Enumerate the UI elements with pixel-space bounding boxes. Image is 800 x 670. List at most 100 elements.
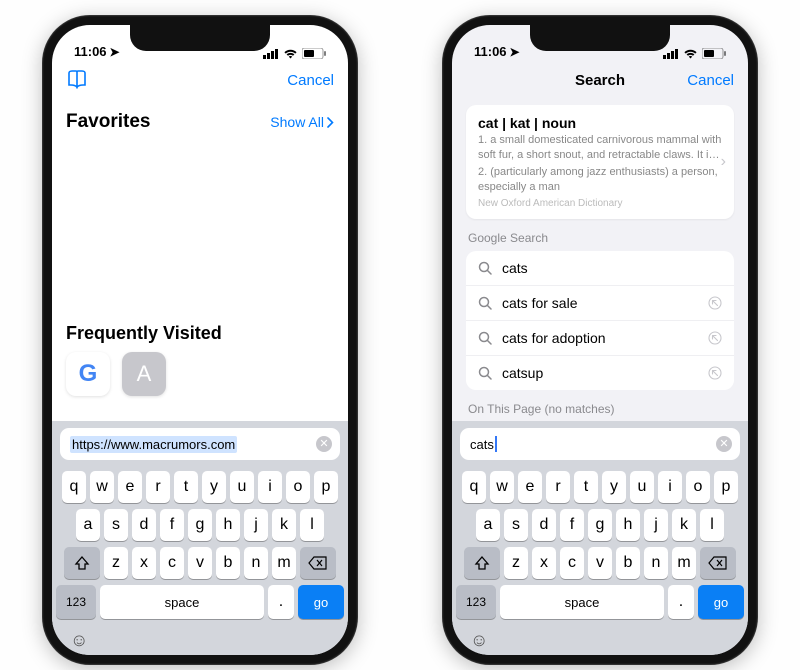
dictionary-definition-1: 1. a small domesticated carnivorous mamm… — [478, 133, 722, 163]
key-t[interactable]: t — [574, 471, 598, 503]
key-f[interactable]: f — [160, 509, 184, 541]
key-q[interactable]: q — [62, 471, 86, 503]
key-m[interactable]: m — [272, 547, 296, 579]
url-input[interactable]: https://www.macrumors.com ✕ — [60, 428, 340, 460]
numbers-key[interactable]: 123 — [56, 585, 96, 619]
bookmarks-icon[interactable] — [66, 70, 88, 90]
autofill-arrow-icon[interactable] — [708, 366, 722, 380]
go-key[interactable]: go — [298, 585, 344, 619]
key-r[interactable]: r — [146, 471, 170, 503]
favorite-tile-generic[interactable]: A — [122, 352, 166, 396]
key-h[interactable]: h — [216, 509, 240, 541]
suggestion-item[interactable]: cats for sale — [466, 286, 734, 321]
key-r[interactable]: r — [546, 471, 570, 503]
key-e[interactable]: e — [118, 471, 142, 503]
space-key[interactable]: space — [500, 585, 664, 619]
key-w[interactable]: w — [490, 471, 514, 503]
key-h[interactable]: h — [616, 509, 640, 541]
emoji-key-icon[interactable]: ☺ — [70, 630, 88, 651]
key-e[interactable]: e — [518, 471, 542, 503]
numbers-key[interactable]: 123 — [456, 585, 496, 619]
key-q[interactable]: q — [462, 471, 486, 503]
backspace-key[interactable] — [300, 547, 336, 579]
key-n[interactable]: n — [644, 547, 668, 579]
suggestion-item[interactable]: catsup — [466, 356, 734, 390]
key-k[interactable]: k — [672, 509, 696, 541]
key-x[interactable]: x — [132, 547, 156, 579]
key-b[interactable]: b — [216, 547, 240, 579]
key-l[interactable]: l — [300, 509, 324, 541]
keyboard-row-4: 123 space . go — [56, 585, 344, 619]
key-a[interactable]: a — [476, 509, 500, 541]
battery-icon — [302, 48, 326, 59]
key-z[interactable]: z — [104, 547, 128, 579]
keyboard-row-3: z x c v b n m — [56, 547, 344, 579]
key-i[interactable]: i — [258, 471, 282, 503]
key-j[interactable]: j — [244, 509, 268, 541]
key-w[interactable]: w — [90, 471, 114, 503]
emoji-key-icon[interactable]: ☺ — [470, 630, 488, 651]
key-s[interactable]: s — [504, 509, 528, 541]
key-f[interactable]: f — [560, 509, 584, 541]
space-key[interactable]: space — [100, 585, 264, 619]
clear-text-icon[interactable]: ✕ — [716, 436, 732, 452]
suggestion-item[interactable]: cats for adoption — [466, 321, 734, 356]
backspace-key[interactable] — [700, 547, 736, 579]
frequently-visited-heading: Frequently Visited — [66, 323, 334, 344]
key-d[interactable]: d — [532, 509, 556, 541]
show-all-button[interactable]: Show All — [270, 114, 334, 130]
phone-left: 11:06➤ Cancel Favorites — [42, 15, 358, 665]
key-a[interactable]: a — [76, 509, 100, 541]
key-j[interactable]: j — [644, 509, 668, 541]
key-u[interactable]: u — [230, 471, 254, 503]
clear-text-icon[interactable]: ✕ — [316, 436, 332, 452]
signal-icon — [263, 49, 279, 59]
key-b[interactable]: b — [616, 547, 640, 579]
shift-key[interactable] — [464, 547, 500, 579]
favorite-tile-google[interactable]: G — [66, 352, 110, 396]
key-i[interactable]: i — [658, 471, 682, 503]
cancel-button[interactable]: Cancel — [687, 72, 734, 89]
key-p[interactable]: p — [714, 471, 738, 503]
key-z[interactable]: z — [504, 547, 528, 579]
key-g[interactable]: g — [588, 509, 612, 541]
key-l[interactable]: l — [700, 509, 724, 541]
suggestion-text: catsup — [502, 365, 543, 381]
key-y[interactable]: y — [602, 471, 626, 503]
key-v[interactable]: v — [188, 547, 212, 579]
cancel-button[interactable]: Cancel — [287, 72, 334, 89]
keyboard: q w e r t y u i o p a s d f g h j k l — [452, 467, 748, 655]
url-text: https://www.macrumors.com — [70, 436, 237, 453]
key-m[interactable]: m — [672, 547, 696, 579]
key-x[interactable]: x — [532, 547, 556, 579]
key-c[interactable]: c — [560, 547, 584, 579]
key-u[interactable]: u — [630, 471, 654, 503]
key-n[interactable]: n — [244, 547, 268, 579]
suggestion-item[interactable]: cats — [466, 251, 734, 286]
autofill-arrow-icon[interactable] — [708, 296, 722, 310]
key-o[interactable]: o — [286, 471, 310, 503]
autofill-arrow-icon[interactable] — [708, 331, 722, 345]
text-caret — [495, 436, 497, 452]
dictionary-card[interactable]: cat | kat | noun 1. a small domesticated… — [466, 105, 734, 219]
key-v[interactable]: v — [588, 547, 612, 579]
key-d[interactable]: d — [132, 509, 156, 541]
shift-key[interactable] — [64, 547, 100, 579]
chevron-right-icon: › — [721, 153, 726, 171]
key-y[interactable]: y — [202, 471, 226, 503]
key-o[interactable]: o — [686, 471, 710, 503]
key-g[interactable]: g — [188, 509, 212, 541]
key-k[interactable]: k — [272, 509, 296, 541]
key-s[interactable]: s — [104, 509, 128, 541]
key-c[interactable]: c — [160, 547, 184, 579]
period-key[interactable]: . — [668, 585, 694, 619]
content-area: cat | kat | noun 1. a small domesticated… — [452, 99, 748, 421]
search-input[interactable]: cats ✕ — [460, 428, 740, 460]
key-t[interactable]: t — [174, 471, 198, 503]
go-key[interactable]: go — [698, 585, 744, 619]
suggestion-list: cats cats for sale cats for adoption cat… — [466, 251, 734, 390]
dictionary-definition-2: 2. (particularly among jazz enthusiasts)… — [478, 165, 722, 195]
favorite-tile-letter: A — [137, 361, 152, 387]
period-key[interactable]: . — [268, 585, 294, 619]
key-p[interactable]: p — [314, 471, 338, 503]
